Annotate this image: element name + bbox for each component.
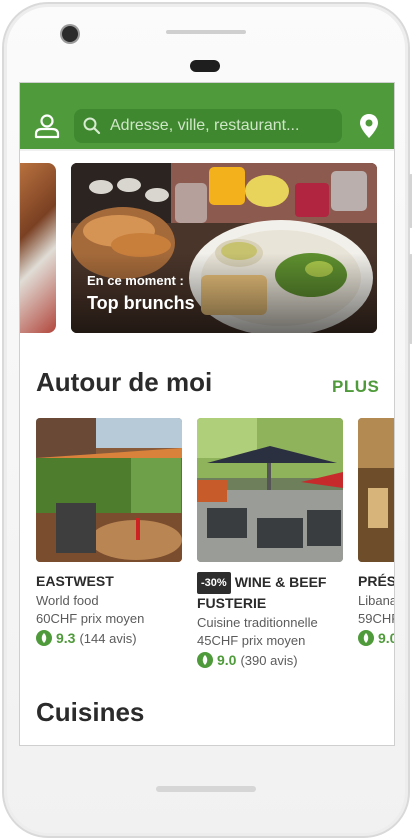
discount-badge: -30%: [197, 572, 231, 594]
leaf-rating-icon: [358, 630, 374, 646]
restaurant-name: PRÉS L'ARA: [358, 573, 395, 589]
restaurant-card-wine-beef[interactable]: -30% WINE & BEEF FUSTERIE Cuisine traditi…: [197, 418, 343, 668]
restaurant-photo: [197, 418, 343, 562]
restaurant-cuisine: Libana: [358, 593, 395, 608]
proximity-sensor: [190, 60, 220, 72]
rating-score: 9.0: [217, 652, 237, 668]
restaurant-cuisine: World food: [36, 593, 99, 608]
restaurant-card-pres-lara[interactable]: PRÉS L'ARA Libana 59CHF 9.0: [358, 418, 395, 646]
location-pin-icon[interactable]: [358, 113, 380, 139]
restaurant-photo: [36, 418, 182, 562]
hero-kicker: En ce moment :: [87, 273, 184, 288]
restaurant-name: EASTWEST: [36, 573, 114, 589]
section-title-nearby: Autour de moi: [36, 367, 213, 397]
earpiece-speaker: [166, 30, 246, 34]
review-count: (390 avis): [240, 652, 298, 668]
restaurant-name: -30% WINE & BEEF FUSTERIE: [197, 572, 327, 611]
restaurant-cuisine: Cuisine traditionnelle: [197, 615, 318, 630]
restaurant-rating: 9.3 (144 avis): [36, 630, 182, 646]
hero-card-brunch[interactable]: En ce moment : Top brunchs: [71, 163, 377, 333]
section-title-cuisines: Cuisines: [36, 697, 145, 727]
restaurant-card-eastwest[interactable]: EASTWEST World food 60CHF prix moyen 9.3…: [36, 418, 182, 646]
front-camera: [62, 26, 78, 42]
top-bar: Adresse, ville, restaurant...: [20, 83, 394, 149]
search-icon: [83, 117, 101, 135]
restaurant-price: 60CHF prix moyen: [36, 611, 145, 626]
restaurant-photo: [358, 418, 394, 562]
more-button[interactable]: PLUS: [332, 377, 379, 397]
search-input[interactable]: Adresse, ville, restaurant...: [74, 109, 342, 143]
rating-score: 9.3: [56, 630, 76, 646]
rating-score: 9.0: [378, 630, 394, 646]
leaf-rating-icon: [36, 630, 52, 646]
restaurant-rating: 9.0 (390 avis): [197, 652, 343, 668]
hero-title: Top brunchs: [87, 293, 195, 313]
review-count: (144 avis): [79, 630, 137, 646]
leaf-rating-icon: [197, 652, 213, 668]
restaurant-rating: 9.0: [358, 630, 394, 646]
user-icon[interactable]: [34, 113, 60, 139]
hero-card-previous[interactable]: [20, 163, 56, 333]
search-placeholder: Adresse, ville, restaurant...: [110, 117, 300, 134]
restaurant-price: 59CHF: [358, 611, 394, 626]
header-divider: [20, 149, 394, 151]
restaurant-price: 45CHF prix moyen: [197, 633, 306, 648]
app-screen: Adresse, ville, restaurant... En ce mome…: [19, 82, 395, 746]
bottom-speaker: [156, 786, 256, 792]
